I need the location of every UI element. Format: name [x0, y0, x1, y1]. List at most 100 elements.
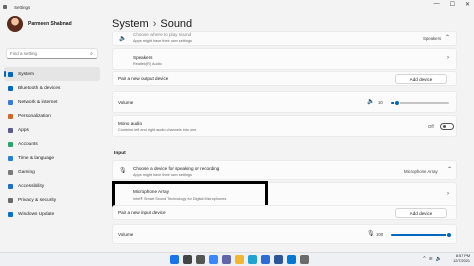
mono-audio-subtitle: Combine left and right audio channels in… — [118, 128, 197, 132]
search-box[interactable]: ⌕ — [6, 48, 98, 59]
sidebar-item-label: Gaming — [18, 169, 35, 175]
maximize-button[interactable]: ☐ — [450, 1, 455, 8]
volume-label: Volume — [118, 232, 134, 237]
edge-icon[interactable] — [248, 255, 257, 264]
sidebar-item-label: Privacy & security — [18, 197, 57, 203]
sidebar-item-label: Personalization — [18, 113, 51, 119]
sidebar-item-label: Network & internet — [18, 99, 58, 105]
mono-audio-title: Mono audio — [118, 121, 143, 126]
page-title: System › Sound — [112, 18, 192, 30]
mail-icon[interactable] — [287, 255, 296, 264]
taskbar-apps — [170, 255, 309, 264]
toggle-knob — [442, 125, 446, 128]
word-icon[interactable] — [274, 255, 283, 264]
pair-output-label: Pair a new output device — [118, 76, 169, 81]
sidebar-item-personalization[interactable]: Personalization — [4, 109, 100, 123]
brush-icon — [8, 113, 13, 119]
search-icon[interactable] — [183, 255, 192, 264]
output-volume-value: 10 — [378, 100, 383, 105]
output-device-speakers[interactable]: Speakers Realtek(R) Audio › — [112, 48, 457, 70]
clock[interactable]: 8:57 PM 12/7/2021 — [453, 254, 470, 264]
sidebar-item-label: Accounts — [18, 141, 38, 147]
task-view-icon[interactable] — [196, 255, 205, 264]
sidebar-item-bluetooth[interactable]: Bluetooth & devices — [4, 81, 100, 95]
minimize-button[interactable]: — — [434, 1, 440, 8]
sidebar-item-time-language[interactable]: Time & language — [4, 151, 100, 165]
taskbar: ^ ≋ 🔈 8:57 PM 12/7/2021 — [0, 252, 474, 266]
input-volume-slider[interactable] — [391, 232, 452, 238]
chevron-right-icon[interactable]: › — [447, 191, 449, 197]
add-output-device-button[interactable]: Add device — [395, 74, 447, 84]
mono-audio-state: Off — [428, 124, 434, 129]
widgets-icon[interactable] — [209, 255, 218, 264]
sidebar-item-label: System — [18, 71, 34, 77]
search-icon[interactable]: ⌕ — [90, 51, 93, 57]
selected-output: Speakers — [423, 36, 442, 41]
system-icon — [8, 71, 13, 77]
wifi-icon[interactable]: ≋ — [429, 256, 433, 262]
system-tray: ^ ≋ 🔈 — [423, 256, 442, 262]
input-choose-row[interactable]: 🎙 Choose a device for speaking or record… — [112, 160, 457, 180]
volume-icon[interactable]: 🔈 — [436, 256, 442, 262]
sidebar-item-gaming[interactable]: Gaming — [4, 165, 100, 179]
volume-label: Volume — [118, 100, 134, 105]
back-arrow-icon[interactable] — [3, 5, 7, 9]
chevron-right-icon[interactable]: › — [447, 55, 449, 61]
pair-input-label: Pair a new input device — [118, 210, 166, 215]
avatar — [7, 16, 23, 32]
row-subtitle: Apps might have their own settings — [133, 39, 192, 43]
chevron-up-icon[interactable]: ⌃ — [447, 166, 452, 173]
input-volume-value: 100 — [376, 232, 384, 237]
pair-output-row: Pair a new output device Add device — [112, 71, 457, 86]
breadcrumb-system[interactable]: System — [112, 18, 149, 30]
output-volume-slider[interactable] — [391, 100, 449, 106]
chat-icon[interactable] — [222, 255, 231, 264]
sidebar-item-accessibility[interactable]: Accessibility — [4, 179, 100, 193]
start-icon[interactable] — [170, 255, 179, 264]
sidebar-item-windows-update[interactable]: Windows Update — [4, 207, 100, 221]
speaker-icon: 🔈 — [119, 36, 127, 42]
row-subtitle: Apps might have their own settings — [133, 173, 192, 177]
output-choose-row[interactable]: 🔈 Choose where to play sound Apps might … — [112, 31, 457, 46]
title-bar: Settings — ☐ ✕ — [0, 0, 474, 14]
mono-audio-toggle[interactable] — [440, 123, 454, 130]
device-subtitle: Realtek(R) Audio — [133, 62, 162, 66]
file-explorer-icon[interactable] — [235, 255, 244, 264]
output-volume-thumb[interactable] — [393, 100, 400, 106]
gamepad-icon — [8, 169, 13, 175]
user-profile[interactable]: Parmeen Shabnad — [7, 16, 72, 32]
input-section-heading: Input — [114, 151, 126, 156]
shield-icon — [8, 197, 13, 203]
globe-clock-icon — [8, 155, 13, 161]
sidebar-item-label: Windows Update — [18, 211, 55, 217]
person-icon — [8, 141, 13, 147]
chevron-up-icon[interactable]: ⌃ — [445, 34, 450, 41]
sidebar-item-label: Accessibility — [18, 183, 45, 189]
add-input-device-button[interactable]: Add device — [395, 208, 447, 218]
profile-name: Parmeen Shabnad — [28, 21, 72, 27]
store-icon[interactable] — [261, 255, 270, 264]
row-title: Choose where to play sound — [133, 32, 192, 37]
accessibility-icon — [8, 183, 13, 189]
breadcrumb-separator: › — [152, 18, 157, 30]
sidebar-item-network[interactable]: Network & internet — [4, 95, 100, 109]
chevron-up-icon[interactable]: ^ — [423, 256, 425, 262]
sidebar-item-privacy[interactable]: Privacy & security — [4, 193, 100, 207]
close-button[interactable]: ✕ — [465, 1, 470, 8]
row-title: Choose a device for speaking or recordin… — [133, 166, 220, 171]
sidebar-item-system[interactable]: System — [4, 67, 100, 81]
sidebar-item-accounts[interactable]: Accounts — [4, 137, 100, 151]
input-volume-row: Volume 🎙 100 — [112, 224, 457, 244]
speaker-volume-icon[interactable]: 🔈 — [367, 98, 374, 105]
window-controls: — ☐ ✕ — [434, 1, 470, 8]
update-icon — [8, 211, 13, 217]
settings-icon[interactable] — [300, 255, 309, 264]
sidebar-item-label: Apps — [18, 127, 29, 133]
input-volume-fill — [391, 234, 449, 236]
microphone-volume-icon[interactable]: 🎙 — [367, 230, 375, 237]
network-icon — [8, 99, 13, 105]
search-input[interactable] — [10, 51, 90, 56]
sidebar-item-apps[interactable]: Apps — [4, 123, 100, 137]
input-volume-thumb[interactable] — [446, 232, 452, 238]
mono-audio-row: Mono audio Combine left and right audio … — [112, 115, 457, 137]
